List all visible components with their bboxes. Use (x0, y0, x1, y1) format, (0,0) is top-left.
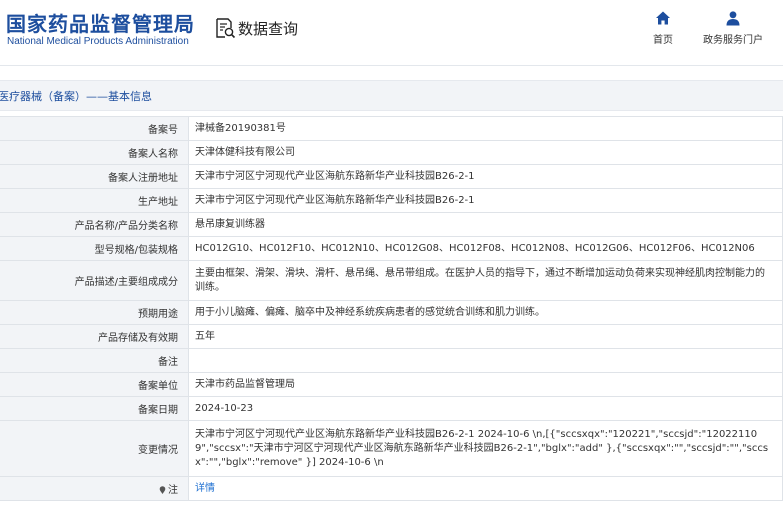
table-row: 产品名称/产品分类名称 悬吊康复训练器 (0, 212, 783, 237)
table-row: 型号规格/包装规格 HC012G10、HC012F10、HC012N10、HC0… (0, 236, 783, 261)
field-label: 备案号 (0, 116, 189, 141)
field-value: 天津体健科技有限公司 (188, 140, 783, 165)
field-value: 悬吊康复训练器 (188, 212, 783, 237)
field-value: 天津市宁河区宁河现代产业区海航东路新华产业科技园B26-2-1 (188, 164, 783, 189)
field-value: 用于小儿脑瘫、偏瘫、脑卒中及神经系统疾病患者的感觉统合训练和肌力训练。 (188, 300, 783, 325)
user-icon (726, 11, 740, 26)
section-title: 医疗器械（备案）——基本信息 (0, 90, 152, 103)
document-search-icon (216, 18, 236, 39)
field-value: 五年 (188, 324, 783, 349)
field-value: HC012G10、HC012F10、HC012N10、HC012G08、HC01… (188, 236, 783, 261)
field-label: 注 (168, 485, 178, 496)
site-logo-en[interactable]: National Medical Products Administration (7, 36, 189, 47)
field-value: 天津市药品监督管理局 (188, 372, 783, 397)
field-label: 产品存储及有效期 (0, 324, 189, 349)
table-row: 备案人注册地址 天津市宁河区宁河现代产业区海航东路新华产业科技园B26-2-1 (0, 164, 783, 189)
field-value (188, 348, 783, 373)
field-label: 备案日期 (0, 396, 189, 421)
field-label: 变更情况 (0, 420, 189, 477)
table-row: 注 详情 (0, 476, 783, 501)
nav-service-portal[interactable]: 政务服务门户 (700, 10, 766, 46)
field-label: 型号规格/包装规格 (0, 236, 189, 261)
table-row: 产品描述/主要组成成分 主要由框架、滑架、滑块、滑杆、悬吊绳、悬吊带组成。在医护… (0, 260, 783, 301)
table-row: 生产地址 天津市宁河区宁河现代产业区海航东路新华产业科技园B26-2-1 (0, 188, 783, 213)
details-link[interactable]: 详情 (188, 476, 783, 501)
site-header: 国家药品监督管理局 National Medical Products Admi… (0, 0, 783, 66)
table-row: 预期用途 用于小儿脑瘫、偏瘫、脑卒中及神经系统疾病患者的感觉统合训练和肌力训练。 (0, 300, 783, 325)
field-label: 备案人注册地址 (0, 164, 189, 189)
detail-table: 备案号 津械备20190381号 备案人名称 天津体健科技有限公司 备案人注册地… (0, 116, 783, 501)
site-logo-cn[interactable]: 国家药品监督管理局 (6, 8, 195, 37)
field-label: 备案人名称 (0, 140, 189, 165)
field-value: 津械备20190381号 (188, 116, 783, 141)
field-value: 天津市宁河区宁河现代产业区海航东路新华产业科技园B26-2-1 (188, 188, 783, 213)
data-query-link[interactable]: 数据查询 (214, 16, 298, 40)
field-value: 主要由框架、滑架、滑块、滑杆、悬吊绳、悬吊带组成。在医护人员的指导下，通过不断增… (188, 260, 783, 301)
field-label: 生产地址 (0, 188, 189, 213)
table-row: 变更情况 天津市宁河区宁河现代产业区海航东路新华产业科技园B26-2-1 202… (0, 420, 783, 477)
field-label: 产品名称/产品分类名称 (0, 212, 189, 237)
nav-service-label: 政务服务门户 (703, 35, 763, 46)
table-row: 产品存储及有效期 五年 (0, 324, 783, 349)
data-query-label: 数据查询 (238, 19, 299, 38)
table-row: 备案单位 天津市药品监督管理局 (0, 372, 783, 397)
table-row: 备案人名称 天津体健科技有限公司 (0, 140, 783, 165)
nav-home-label: 首页 (653, 35, 673, 46)
home-icon (656, 11, 670, 25)
field-label: 产品描述/主要组成成分 (0, 260, 189, 301)
field-value: 天津市宁河区宁河现代产业区海航东路新华产业科技园B26-2-1 2024-10-… (188, 420, 783, 477)
field-label: 备案单位 (0, 372, 189, 397)
pin-icon (159, 486, 166, 494)
field-label: 预期用途 (0, 300, 189, 325)
field-value: 2024-10-23 (188, 396, 783, 421)
table-row: 备注 (0, 348, 783, 373)
nav-home[interactable]: 首页 (650, 10, 676, 46)
section-bar: 医疗器械（备案）——基本信息 (0, 80, 783, 111)
field-label: 备注 (0, 348, 189, 373)
field-label-note: 注 (0, 476, 189, 501)
table-row: 备案号 津械备20190381号 (0, 116, 783, 141)
table-row: 备案日期 2024-10-23 (0, 396, 783, 421)
